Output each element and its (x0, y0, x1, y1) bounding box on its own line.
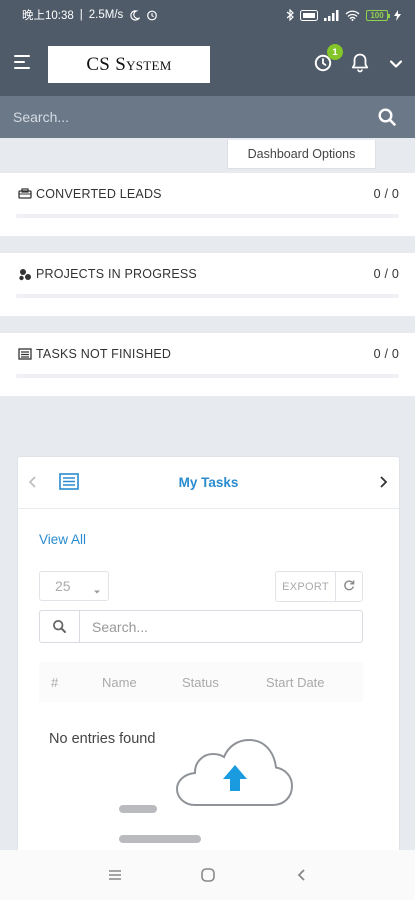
stat-label: PROJECTS IN PROGRESS (36, 267, 197, 281)
tasks-icon (18, 348, 32, 360)
table-search (39, 610, 363, 643)
placeholder-bar (119, 835, 201, 843)
global-search-bar (0, 96, 415, 138)
back-icon[interactable] (293, 866, 311, 884)
page-length-value: 25 (55, 578, 71, 594)
stat-label: TASKS NOT FINISHED (36, 347, 172, 361)
cloud-upload-icon[interactable] (173, 735, 297, 811)
table-search-input[interactable] (80, 611, 362, 642)
widget-header: My Tasks (18, 457, 399, 509)
stat-label: CONVERTED LEADS (36, 187, 162, 201)
dashboard-options-button[interactable]: Dashboard Options (227, 140, 376, 169)
menu-icon[interactable] (14, 55, 30, 69)
system-navigation-bar (0, 850, 415, 900)
battery-icon: 100 (366, 9, 390, 21)
chevron-right-icon[interactable] (377, 474, 389, 490)
recents-icon[interactable] (106, 866, 124, 884)
timer-count-badge: 1 (327, 44, 343, 60)
vpn-icon (300, 9, 318, 21)
projects-icon (18, 268, 32, 281)
column-header-start-date[interactable]: Start Date (266, 675, 325, 690)
logo[interactable]: CS System (48, 46, 210, 83)
column-header-name[interactable]: Name (102, 675, 137, 690)
export-label: EXPORT (282, 580, 329, 593)
app-header: CS System 1 (0, 30, 415, 96)
progress-bar (16, 374, 399, 378)
network-speed: 2.5M/s (88, 9, 124, 21)
column-header-status[interactable]: Status (182, 675, 219, 690)
bluetooth-icon (286, 9, 294, 21)
empty-table-message: No entries found (49, 731, 156, 747)
stat-value: 0 / 0 (373, 267, 399, 281)
clock-text: 晚上10:38 (22, 10, 74, 22)
chevron-down-icon[interactable] (388, 56, 404, 72)
export-button[interactable]: EXPORT (275, 571, 336, 602)
search-icon (40, 611, 80, 642)
separator: | (79, 9, 83, 21)
caret-down-icon (93, 583, 101, 594)
converted-leads-icon (18, 188, 32, 200)
projects-in-progress-card: PROJECTS IN PROGRESS 0 / 0 (0, 253, 415, 316)
bell-icon[interactable] (350, 52, 370, 74)
stat-value: 0 / 0 (373, 187, 399, 201)
logo-text: CS System (86, 53, 172, 75)
dashboard-options-label: Dashboard Options (247, 147, 356, 161)
converted-leads-card: CONVERTED LEADS 0 / 0 (0, 173, 415, 236)
moon-icon (129, 9, 141, 21)
reload-button[interactable] (335, 571, 363, 602)
search-icon[interactable] (377, 107, 397, 127)
my-tasks-widget: My Tasks View All 25 EXPORT # Name Statu… (17, 456, 400, 856)
placeholder-bar (119, 805, 157, 813)
refresh-icon (343, 578, 355, 596)
global-search-input[interactable] (0, 96, 370, 138)
page-length-select[interactable]: 25 (39, 571, 109, 601)
signal-icon (324, 9, 339, 21)
stat-value: 0 / 0 (373, 347, 399, 361)
table-header: # Name Status Start Date (39, 662, 363, 702)
widget-title: My Tasks (178, 475, 239, 490)
alarm-icon (146, 9, 158, 21)
tasks-not-finished-card: TASKS NOT FINISHED 0 / 0 (0, 333, 415, 396)
progress-bar (16, 294, 399, 298)
progress-bar (16, 214, 399, 218)
column-header-number[interactable]: # (51, 675, 58, 690)
view-all-link[interactable]: View All (39, 532, 86, 547)
system-status-bar: 晚上10:38 | 2.5M/s 100 (0, 0, 415, 30)
charging-icon (394, 9, 401, 21)
wifi-icon (345, 10, 360, 21)
battery-level: 100 (370, 10, 384, 20)
home-icon[interactable] (199, 866, 217, 884)
